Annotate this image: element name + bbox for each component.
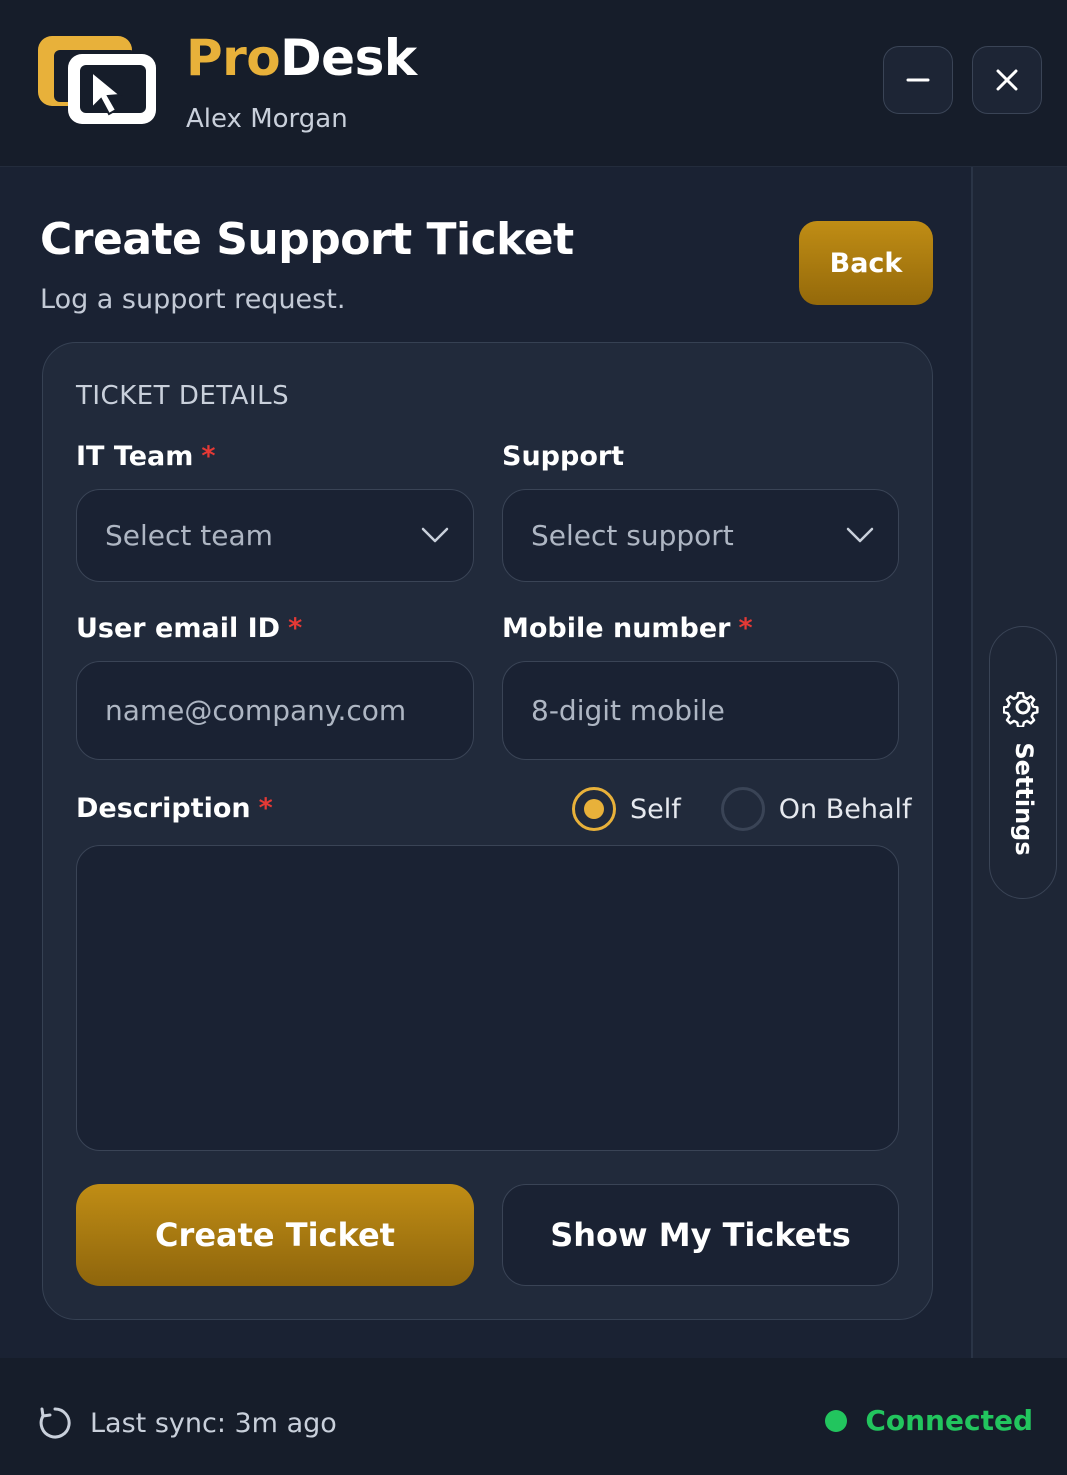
support-placeholder: Select support <box>531 519 734 552</box>
it-team-label-text: IT Team <box>76 441 194 472</box>
request-for-radio-group: Self On Behalf <box>572 786 912 832</box>
brand-name: ProDesk <box>186 28 417 88</box>
create-ticket-button[interactable]: Create Ticket <box>76 1184 474 1286</box>
connection-status-text: Connected <box>865 1404 1033 1437</box>
brand-pro: Pro <box>186 29 281 87</box>
support-label-text: Support <box>502 441 625 472</box>
section-title: TICKET DETAILS <box>76 381 290 411</box>
page-title: Create Support Ticket <box>40 214 574 265</box>
user-name: Alex Morgan <box>186 104 348 134</box>
email-label: User email ID * <box>76 613 302 644</box>
description-label: Description * <box>76 793 273 824</box>
support-select[interactable]: Select support <box>502 489 899 582</box>
refresh-icon <box>39 1407 71 1439</box>
it-team-placeholder: Select team <box>105 519 273 552</box>
required-marker: * <box>258 793 273 824</box>
connection-status: Connected <box>825 1404 1033 1437</box>
brand-desk: Desk <box>280 29 417 87</box>
email-label-text: User email ID <box>76 613 281 644</box>
minimize-button[interactable] <box>883 46 953 114</box>
radio-self-label: Self <box>630 793 681 825</box>
required-marker: * <box>738 613 753 644</box>
radio-on-behalf[interactable]: On Behalf <box>720 787 912 831</box>
chevron-down-icon <box>846 527 874 543</box>
mobile-label: Mobile number * <box>502 613 753 644</box>
logo-icon <box>38 36 156 124</box>
required-marker: * <box>201 441 216 472</box>
support-label: Support <box>502 441 624 472</box>
settings-tab[interactable]: Settings <box>989 626 1057 899</box>
mobile-label-text: Mobile number <box>502 613 731 644</box>
settings-label: Settings <box>1010 742 1038 856</box>
back-button[interactable]: Back <box>799 221 933 305</box>
radio-on-behalf-circle[interactable] <box>720 787 765 831</box>
description-label-text: Description <box>76 793 251 824</box>
ticket-form-card: TICKET DETAILS IT Team * Select team Supp… <box>42 342 933 1320</box>
app-header: ProDesk Alex Morgan <box>0 0 1067 167</box>
show-my-tickets-button[interactable]: Show My Tickets <box>502 1184 899 1286</box>
radio-self[interactable]: Self <box>572 787 681 831</box>
it-team-select[interactable]: Select team <box>76 489 474 582</box>
close-icon <box>996 69 1018 91</box>
status-footer: Last sync: 3m ago Connected <box>0 1358 1067 1475</box>
chevron-down-icon <box>421 527 449 543</box>
minus-icon <box>906 78 930 82</box>
page-subtitle: Log a support request. <box>40 284 346 315</box>
sync-status: Last sync: 3m ago <box>38 1406 337 1440</box>
required-marker: * <box>288 613 303 644</box>
close-button[interactable] <box>972 46 1042 114</box>
mobile-placeholder: 8-digit mobile <box>531 694 725 727</box>
radio-on-behalf-label: On Behalf <box>778 793 912 825</box>
gear-icon <box>1003 691 1039 727</box>
email-field[interactable]: name@company.com <box>76 661 474 760</box>
description-textarea[interactable] <box>76 845 899 1151</box>
status-dot-icon <box>825 1409 848 1432</box>
mobile-field[interactable]: 8-digit mobile <box>502 661 899 760</box>
last-sync-text: Last sync: 3m ago <box>90 1407 337 1439</box>
email-placeholder: name@company.com <box>105 694 407 727</box>
it-team-label: IT Team * <box>76 441 216 472</box>
radio-self-circle[interactable] <box>572 787 616 831</box>
